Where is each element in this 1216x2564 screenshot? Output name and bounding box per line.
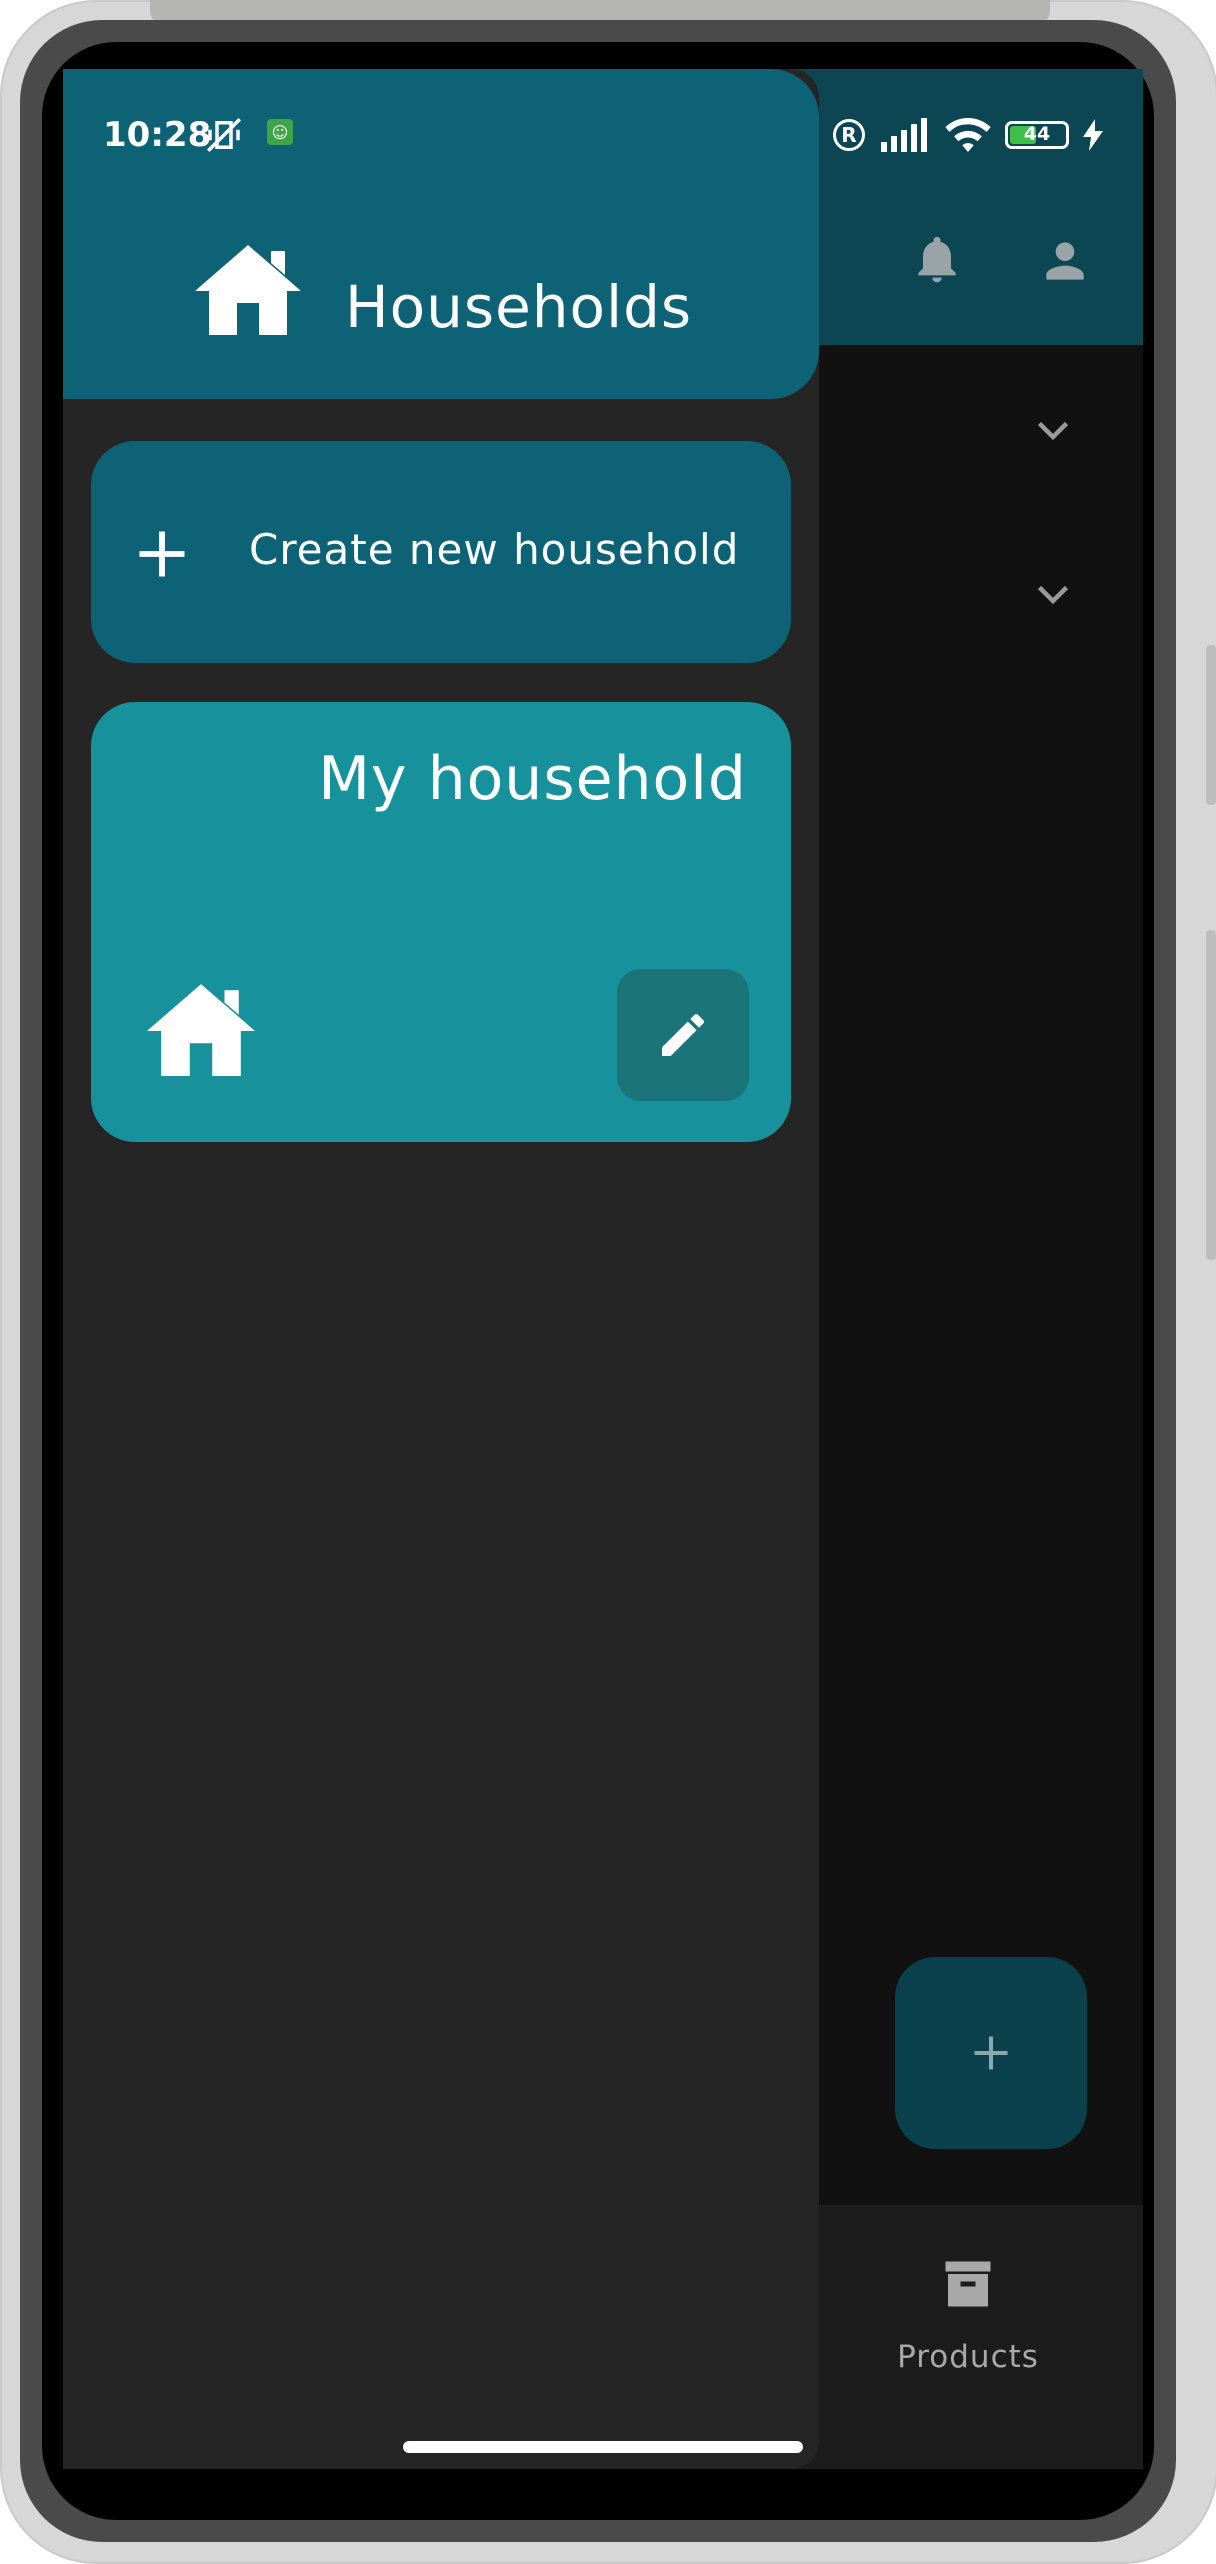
home-icon bbox=[195, 245, 301, 335]
chevron-down-icon[interactable] bbox=[1035, 583, 1071, 607]
create-household-button[interactable]: Create new household bbox=[91, 441, 791, 663]
plus-icon bbox=[139, 531, 185, 577]
home-icon bbox=[146, 984, 256, 1076]
signal-icon bbox=[881, 118, 927, 152]
android-notification-icon: ☺ bbox=[267, 119, 293, 145]
bell-icon[interactable] bbox=[909, 229, 965, 289]
battery-level: 44 bbox=[1023, 123, 1051, 145]
wifi-icon bbox=[945, 118, 991, 152]
drawer-title: Households bbox=[345, 273, 693, 341]
pencil-icon bbox=[662, 1013, 705, 1056]
household-name: My household bbox=[318, 744, 747, 814]
screen: Products Households Create new household… bbox=[63, 69, 1143, 2469]
plus-icon bbox=[974, 2036, 1008, 2070]
status-bar-right: R 44 bbox=[833, 113, 1103, 157]
status-time: 10:28 bbox=[103, 115, 212, 155]
gesture-navigation-bar[interactable] bbox=[403, 2441, 803, 2453]
archive-box-icon[interactable] bbox=[938, 2254, 998, 2314]
volume-button bbox=[1206, 645, 1216, 805]
power-button bbox=[1206, 930, 1216, 1260]
households-drawer: Households Create new household My house… bbox=[63, 69, 819, 2469]
person-icon[interactable] bbox=[1037, 233, 1093, 289]
nav-item-products[interactable]: Products bbox=[863, 2339, 1073, 2375]
battery-icon: 44 bbox=[1005, 121, 1069, 149]
create-household-label: Create new household bbox=[249, 525, 740, 574]
edit-household-button[interactable] bbox=[617, 969, 749, 1101]
vibrate-mute-icon bbox=[207, 118, 241, 152]
registered-icon: R bbox=[833, 119, 865, 151]
device-top-edge bbox=[150, 0, 1050, 22]
household-card[interactable]: My household bbox=[91, 702, 791, 1142]
charging-icon bbox=[1083, 119, 1103, 151]
add-fab-button[interactable] bbox=[895, 1957, 1087, 2149]
chevron-down-icon[interactable] bbox=[1035, 419, 1071, 443]
